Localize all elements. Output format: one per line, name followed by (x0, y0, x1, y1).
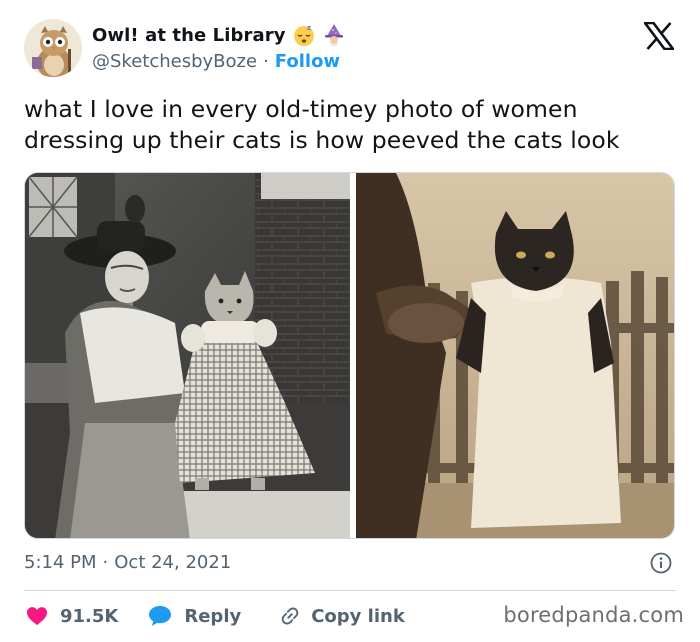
tweet-timestamp[interactable]: 5:14 PM · Oct 24, 2021 (24, 550, 231, 574)
like-button[interactable]: 91.5K (26, 606, 118, 627)
photo-black-cat-in-apron[interactable] (356, 173, 674, 538)
tweet-actions: 91.5K Reply Copy link (26, 602, 405, 630)
svg-text:z: z (307, 24, 311, 32)
author-display-name[interactable]: Owl! at the Library (92, 25, 286, 46)
handle-separator: · (263, 50, 269, 72)
author-handle-row: @SketchesbyBoze · Follow (92, 49, 340, 73)
actions-divider (24, 590, 676, 591)
boredpanda-watermark: boredpanda.com (503, 603, 684, 627)
photo-woman-with-cat-in-dress[interactable] (25, 173, 350, 538)
follow-button[interactable]: Follow (275, 51, 340, 72)
reply-bubble-icon (148, 605, 172, 627)
reply-button[interactable]: Reply (148, 605, 241, 627)
copy-link-label: Copy link (311, 605, 405, 627)
author-avatar[interactable] (24, 19, 82, 77)
author-handle[interactable]: @SketchesbyBoze (92, 51, 257, 72)
tweet-card: Owl! at the Library z @SketchesbyBoze · … (0, 0, 700, 642)
mage-emoji-icon (322, 23, 346, 47)
tweet-time: 5:14 PM (24, 551, 97, 573)
copy-link-button[interactable]: Copy link (279, 605, 405, 627)
tweet-text: what I love in every old-timey photo of … (24, 95, 620, 154)
x-logo-icon[interactable] (642, 21, 676, 51)
tweet-media[interactable] (24, 172, 675, 539)
timestamp-separator: · (102, 551, 109, 573)
tweet-date: Oct 24, 2021 (114, 551, 232, 573)
heart-icon (26, 606, 48, 626)
author-name-row: Owl! at the Library z (92, 22, 346, 48)
link-icon (279, 605, 301, 627)
sleeping-face-emoji-icon: z (292, 23, 316, 47)
reply-label: Reply (184, 605, 242, 627)
info-icon[interactable] (650, 552, 672, 574)
like-count: 91.5K (60, 605, 119, 627)
